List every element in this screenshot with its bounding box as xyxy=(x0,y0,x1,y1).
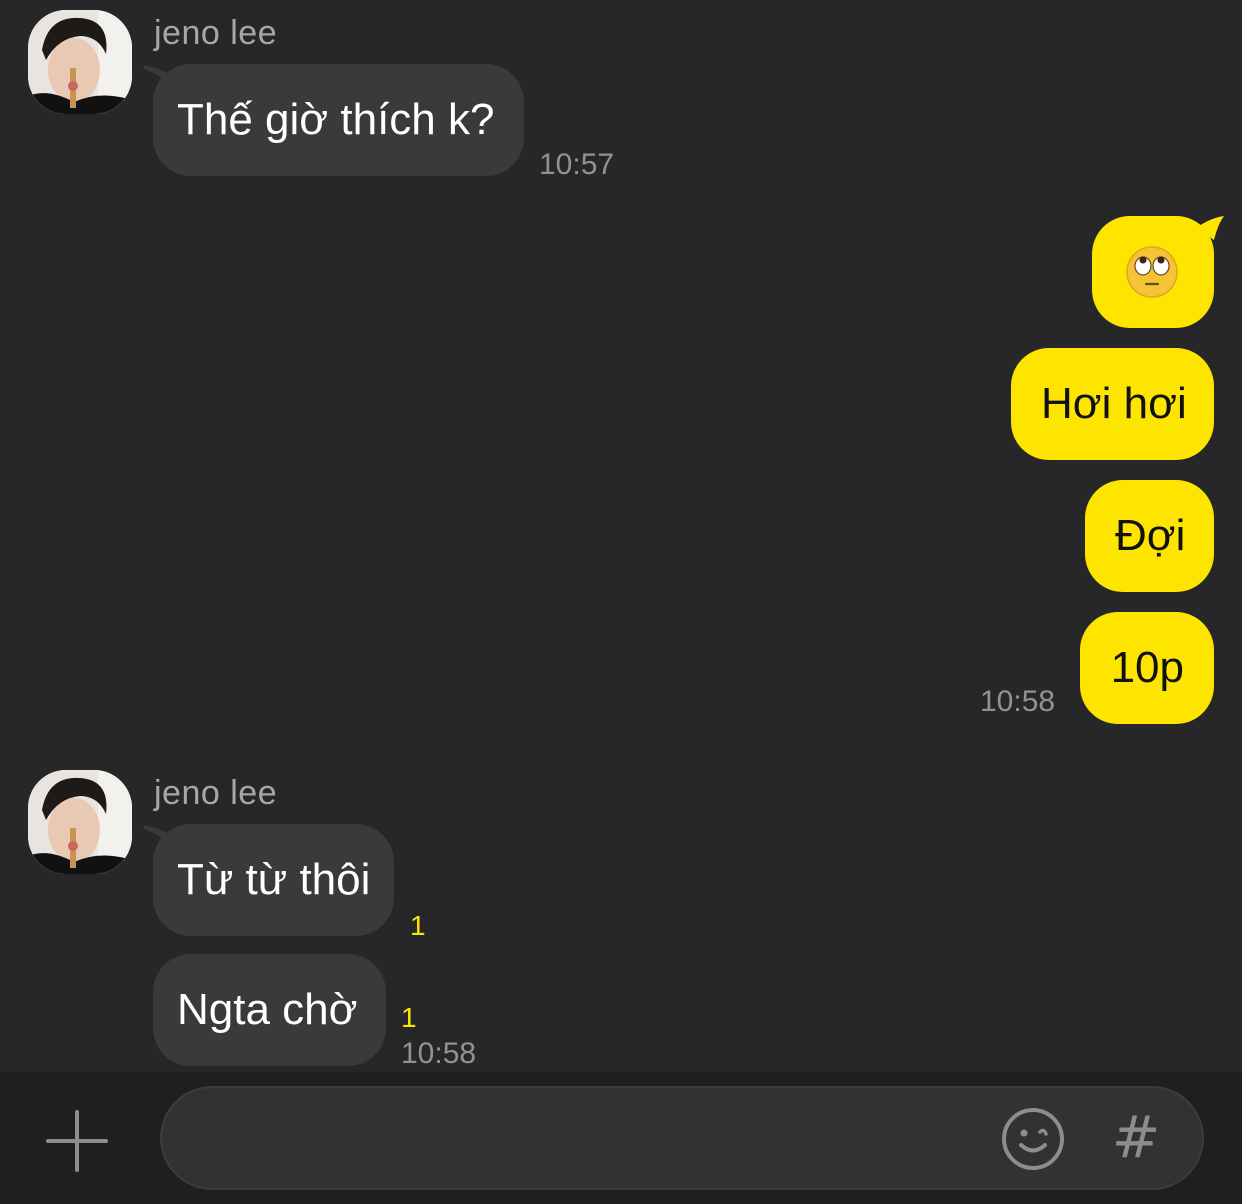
face-with-rolling-eyes-icon xyxy=(1126,246,1178,298)
message-text: Đợi xyxy=(1115,511,1186,560)
message-input[interactable] xyxy=(190,1108,994,1170)
message-input-bar: # xyxy=(0,1072,1242,1204)
unread-count: 1 xyxy=(401,1002,417,1033)
avatar[interactable] xyxy=(28,770,132,874)
plus-icon[interactable] xyxy=(44,1108,110,1174)
message-text: 10p xyxy=(1110,643,1184,692)
message-input-container[interactable]: # xyxy=(160,1086,1204,1190)
hashtag-button[interactable]: # xyxy=(1106,1104,1166,1170)
profile-photo xyxy=(28,770,132,874)
message-time: 10:57 xyxy=(539,148,615,181)
message-text: Hơi hơi xyxy=(1041,379,1187,428)
message-text: Từ từ thôi xyxy=(177,855,371,904)
unread-count: 1 xyxy=(410,910,426,941)
sender-name: jeno lee xyxy=(154,14,278,52)
bubble-tail xyxy=(1196,216,1224,240)
message-time: 10:58 xyxy=(980,685,1056,718)
message-bubble[interactable]: Ngta chờ xyxy=(153,954,386,1066)
message-bubble[interactable]: Từ từ thôi xyxy=(153,824,394,936)
message-text: Thế giờ thích k? xyxy=(177,95,495,144)
sender-name: jeno lee xyxy=(154,774,278,812)
message-bubble[interactable]: Thế giờ thích k? xyxy=(153,64,524,176)
message-time: 10:58 xyxy=(401,1037,477,1070)
message-bubble[interactable]: Đợi xyxy=(1085,480,1214,592)
message-text: Ngta chờ xyxy=(177,985,358,1034)
message-bubble[interactable]: 10p xyxy=(1080,612,1214,724)
chat-area[interactable]: jeno lee Thế giờ thích k? 10:57 Hơi hơi … xyxy=(0,0,1242,1072)
profile-photo xyxy=(28,10,132,114)
message-bubble[interactable]: Hơi hơi xyxy=(1011,348,1214,460)
avatar[interactable] xyxy=(28,10,132,114)
smiley-icon[interactable] xyxy=(1000,1106,1066,1172)
